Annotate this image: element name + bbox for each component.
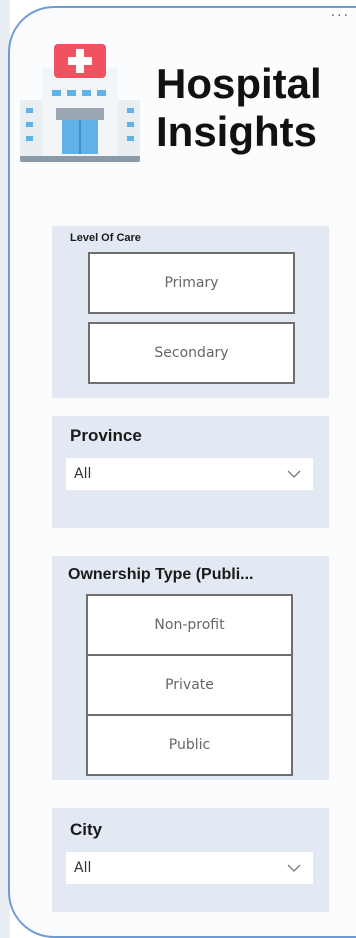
province-value: All <box>74 466 92 482</box>
title-line-2: Insights <box>156 108 318 155</box>
level-of-care-option-primary[interactable]: Primary <box>88 252 295 314</box>
level-of-care-option-secondary[interactable]: Secondary <box>88 322 295 384</box>
chevron-down-icon <box>287 470 301 478</box>
title-line-1: Hospital <box>156 60 322 107</box>
city-value: All <box>74 860 92 876</box>
ownership-option-non-profit[interactable]: Non-profit <box>86 594 293 656</box>
ownership-option-private[interactable]: Private <box>86 654 293 716</box>
ownership-type-slicer: Ownership Type (Publi... Non-profit Priv… <box>52 556 329 780</box>
city-dropdown[interactable]: All <box>66 852 313 884</box>
more-options-icon[interactable]: ··· <box>331 8 350 24</box>
ownership-type-label: Ownership Type (Publi... <box>68 566 254 583</box>
level-of-care-slicer: Level Of Care Primary Secondary <box>52 226 329 398</box>
city-label: City <box>70 820 103 839</box>
ownership-option-public[interactable]: Public <box>86 714 293 776</box>
province-slicer: Province All <box>52 416 329 528</box>
page-title: Hospital Insights <box>156 60 322 156</box>
province-label: Province <box>70 426 142 445</box>
province-dropdown[interactable]: All <box>66 458 313 490</box>
level-of-care-label: Level Of Care <box>70 232 141 244</box>
city-slicer: City All <box>52 808 329 912</box>
chevron-down-icon <box>287 864 301 872</box>
hospital-building-icon <box>20 44 140 162</box>
